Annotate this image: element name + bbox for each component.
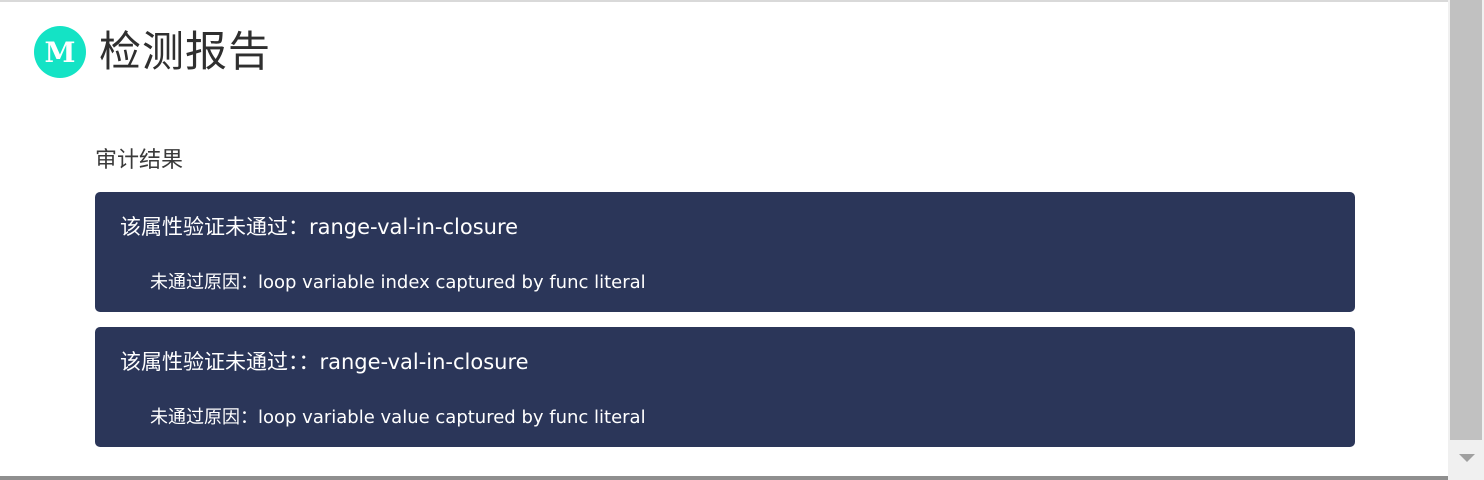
result-card: 该属性验证未通过：range-val-in-closure 未通过原因：loop… (95, 192, 1355, 312)
audit-result-list: 该属性验证未通过：range-val-in-closure 未通过原因：loop… (95, 192, 1355, 462)
result-card: 该属性验证未通过：：range-val-in-closure 未通过原因：loo… (95, 327, 1355, 447)
logo-letter: M (44, 35, 76, 69)
scrollbar-thumb[interactable] (1450, 0, 1482, 440)
page-viewport: M 检测报告 审计结果 该属性验证未通过：range-val-in-closur… (0, 0, 1484, 480)
bottom-border (0, 476, 1448, 480)
result-heading: 该属性验证未通过：range-val-in-closure (120, 215, 519, 239)
result-reason: 未通过原因：loop variable value captured by fu… (150, 407, 646, 428)
chevron-down-icon (1459, 454, 1475, 462)
section-title: 审计结果 (95, 148, 184, 173)
page-header: M 检测报告 (34, 22, 271, 82)
result-reason: 未通过原因：loop variable index captured by fu… (150, 272, 646, 293)
top-border (0, 0, 1448, 2)
m-logo-icon: M (34, 26, 86, 78)
result-heading: 该属性验证未通过：：range-val-in-closure (120, 350, 529, 374)
page-title: 检测报告 (99, 27, 272, 76)
